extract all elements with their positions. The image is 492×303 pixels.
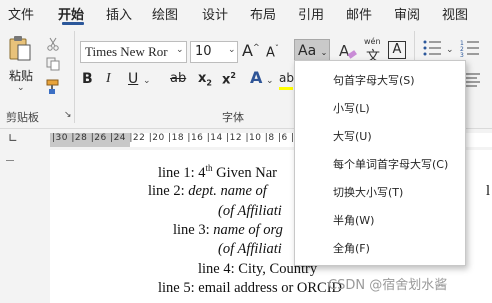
change-case-label: Aa	[298, 43, 317, 59]
underline-dropdown-icon[interactable]: ⌄	[143, 76, 151, 86]
subscript-button[interactable]: x2	[198, 71, 212, 88]
tab-file[interactable]: 文件	[8, 4, 34, 23]
grow-font-label: A	[242, 41, 253, 60]
shrink-font-button[interactable]: Aˇ	[266, 44, 279, 60]
watermark: CSDN @宿舍划水酱	[328, 278, 448, 293]
paste-label: 粘贴	[9, 69, 34, 83]
vertical-ruler-tick	[6, 160, 14, 161]
superscript-button[interactable]: x2	[222, 71, 236, 87]
doc-line-1-sup: th	[205, 163, 213, 173]
tab-view[interactable]: 视图	[442, 4, 468, 23]
italic-button[interactable]: I	[106, 71, 111, 87]
menu-bar: 文件 开始 插入 绘图 设计 布局 引用 邮件 审阅 视图	[0, 0, 492, 26]
doc-line-2b-italic: (of Affiliati	[218, 203, 282, 219]
clear-formatting-icon[interactable]: A	[338, 41, 358, 61]
doc-line-5-text: line 5: email address or ORCID	[158, 280, 343, 296]
bullets-icon[interactable]	[422, 39, 444, 57]
grow-font-button[interactable]: A^	[242, 41, 260, 60]
copy-icon[interactable]	[46, 57, 60, 71]
doc-line-2-italic: dept. name of	[188, 183, 267, 199]
group-divider	[74, 31, 75, 123]
tab-references[interactable]: 引用	[298, 4, 324, 23]
paste-button[interactable]	[8, 35, 32, 63]
phonetic-guide-label: wén	[364, 37, 381, 46]
strikethrough-button[interactable]: ab	[170, 71, 186, 86]
active-tab-indicator	[62, 22, 84, 25]
doc-line-2[interactable]: line 2: dept. name of	[148, 183, 267, 200]
tab-home[interactable]: 开始	[58, 4, 84, 23]
doc-line-1-suffix: Given Nar	[212, 164, 277, 181]
font-group-label: 字体	[222, 111, 244, 124]
menu-item-full-width[interactable]: 全角(F)	[333, 240, 370, 256]
tab-review[interactable]: 审阅	[394, 4, 420, 23]
font-name-box[interactable]: Times New Ror	[80, 41, 187, 63]
doc-line-2b[interactable]: (of Affiliati	[218, 203, 282, 220]
doc-line-3-italic: name of org	[213, 222, 283, 238]
format-painter-icon[interactable]	[45, 79, 61, 95]
doc-line-5[interactable]: line 5: email address or ORCID	[158, 280, 342, 297]
bullets-dropdown-icon[interactable]: ⌄	[446, 45, 454, 55]
font-name-dropdown-icon[interactable]: ⌄	[176, 45, 184, 55]
tab-selector-icon[interactable]: ∟	[8, 131, 18, 145]
menu-item-sentence-case[interactable]: 句首字母大写(S)	[333, 72, 415, 88]
font-size-value: 10	[195, 44, 212, 59]
tab-draw[interactable]: 绘图	[152, 4, 178, 23]
menu-item-lowercase[interactable]: 小写(L)	[333, 100, 370, 116]
tab-insert[interactable]: 插入	[106, 4, 132, 23]
tab-layout[interactable]: 布局	[250, 4, 276, 23]
clipboard-launcher-icon[interactable]: ↘	[64, 110, 72, 120]
highlight-label: ab	[279, 71, 294, 85]
cut-icon[interactable]	[46, 37, 60, 51]
highlight-button[interactable]: ab	[279, 71, 294, 85]
doc-line-1[interactable]: line 1: 4th Given Nar	[158, 163, 277, 182]
svg-text:A: A	[339, 42, 350, 60]
doc-line-3[interactable]: line 3: name of org	[173, 222, 283, 239]
doc-line-1-prefix: line 1: 4	[158, 164, 206, 181]
highlight-color-bar	[279, 87, 293, 90]
vertical-ruler[interactable]	[0, 150, 46, 303]
change-case-menu: 句首字母大写(S) 小写(L) 大写(U) 每个单词首字母大写(C) 切换大小写…	[294, 60, 466, 266]
change-case-dropdown-icon: ⌄	[320, 48, 328, 57]
font-name-value: Times New Ror	[85, 44, 168, 59]
paste-dropdown-icon[interactable]: ⌄	[17, 83, 25, 93]
text-effects-dropdown-icon[interactable]: ⌄	[266, 76, 274, 86]
menu-item-toggle-case[interactable]: 切换大小写(T)	[333, 184, 403, 200]
doc-right-column-char: l	[486, 183, 491, 199]
ruler-ticks: |30 |28 |26 |24 |22 |20 |18 |16 |14 |12 …	[52, 133, 314, 143]
tab-mailings[interactable]: 邮件	[346, 4, 372, 23]
text-effects-button[interactable]: A	[250, 68, 262, 87]
menu-item-uppercase[interactable]: 大写(U)	[333, 128, 372, 144]
bold-button[interactable]: B	[82, 71, 93, 87]
svg-text:3: 3	[460, 52, 464, 57]
shrink-font-label: A	[266, 45, 275, 61]
numbering-icon[interactable]: 1 2 3	[460, 39, 482, 57]
doc-line-3b-italic: (of Affiliati	[218, 241, 282, 257]
font-size-dropdown-icon[interactable]: ⌄	[228, 45, 236, 55]
doc-line-2-prefix: line 2:	[148, 183, 189, 199]
clipboard-group-label: 剪贴板	[6, 111, 39, 124]
underline-button[interactable]: U	[128, 71, 138, 87]
tab-design[interactable]: 设计	[202, 4, 228, 23]
menu-item-capitalize-each-word[interactable]: 每个单词首字母大写(C)	[333, 156, 448, 172]
doc-line-3b[interactable]: (of Affiliati	[218, 241, 282, 258]
paste-icon	[9, 36, 31, 61]
menu-item-half-width[interactable]: 半角(W)	[333, 212, 374, 228]
character-border-icon[interactable]: A	[388, 41, 406, 59]
doc-line-3-prefix: line 3:	[173, 222, 214, 238]
